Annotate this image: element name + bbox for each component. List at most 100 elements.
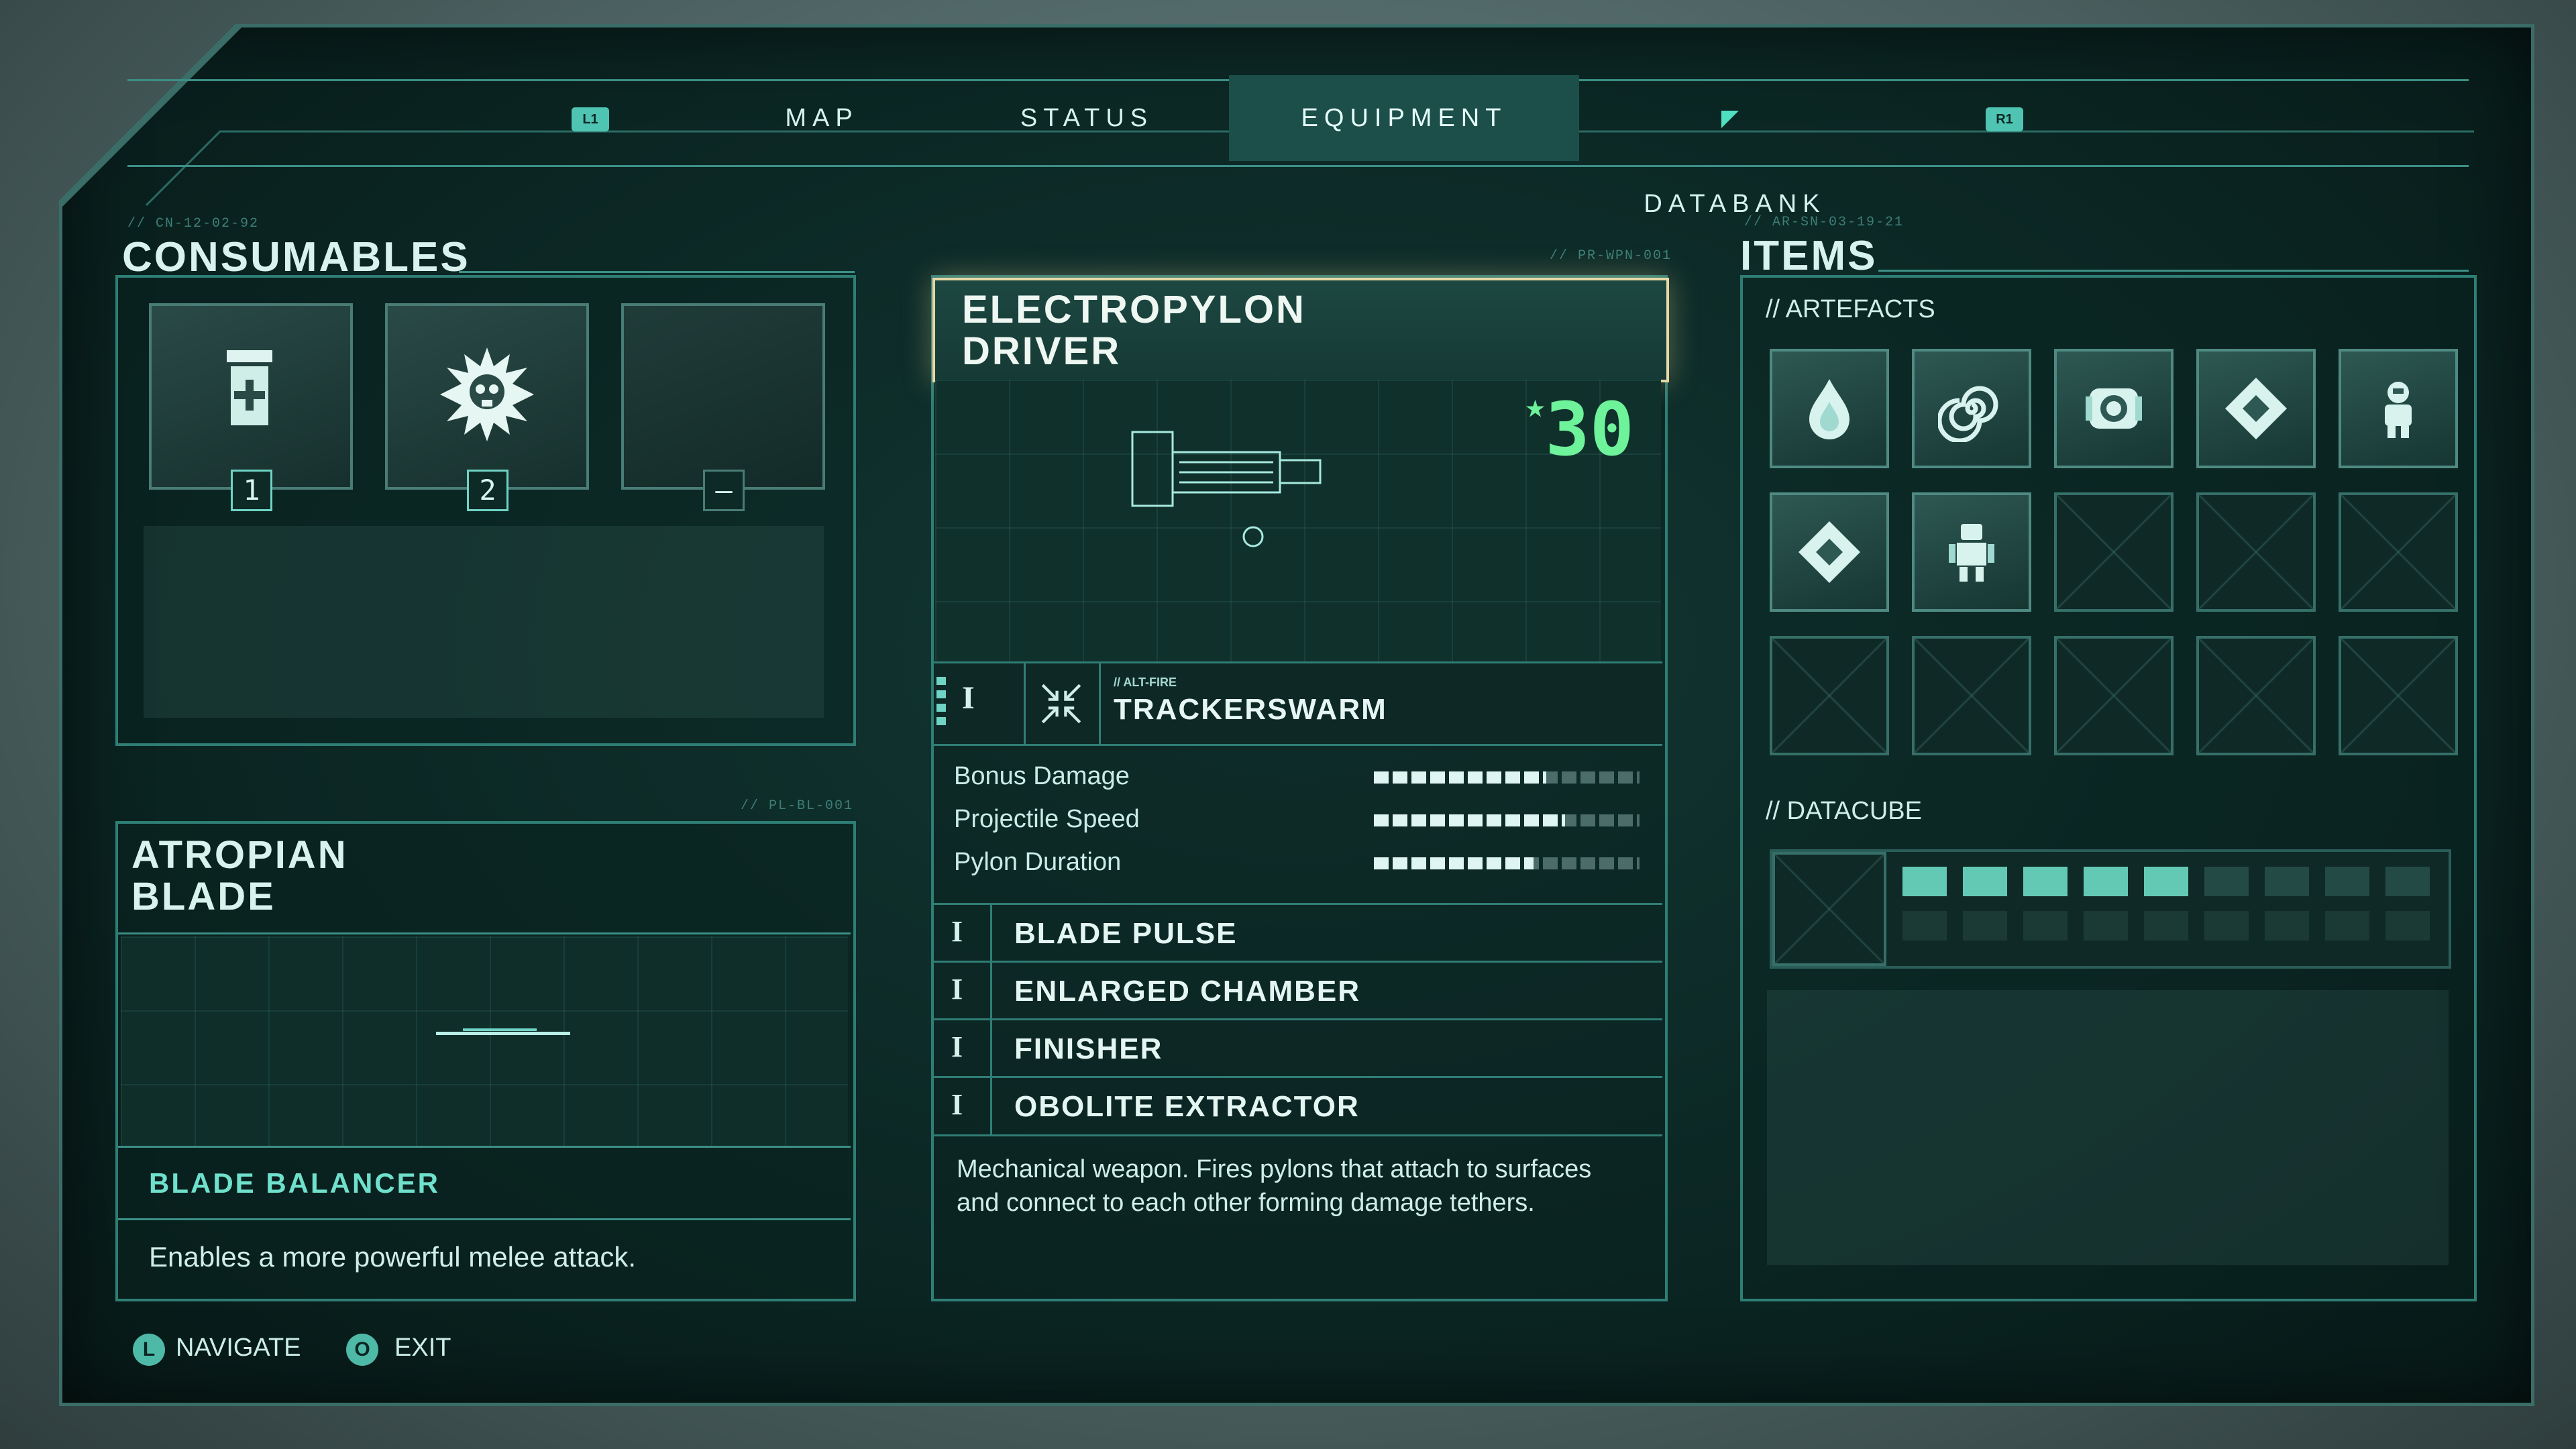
weapon-level-value: 30 (1545, 386, 1634, 472)
artefact-slot[interactable] (2196, 349, 2316, 468)
stat-fill-pylon-duration (1374, 857, 1534, 869)
mod-sep (990, 963, 992, 1019)
artefact-slot-empty[interactable] (2339, 492, 2458, 612)
weapon-preview[interactable]: ★30 (935, 380, 1661, 661)
datacube-segment (2385, 911, 2430, 941)
weapon-level: ★30 (1525, 386, 1634, 472)
melee-mod-description: Enables a more powerful melee attack. (149, 1241, 637, 1273)
artefact-slot-empty[interactable] (2196, 636, 2316, 755)
robot-figure-icon (1949, 524, 1994, 582)
astronaut-icon (2385, 382, 2412, 438)
item-info-readout (1767, 990, 2449, 1265)
mod-tier: I (951, 1088, 963, 1121)
diamond-sigil-icon (2225, 378, 2287, 439)
consumables-title: CONSUMABLES (122, 234, 470, 280)
consumable-slot-1[interactable]: 1 (149, 303, 353, 511)
artefact-slot[interactable] (1912, 349, 2031, 468)
weapon-title-line1: ELECTROPYLON (962, 288, 1306, 331)
consumable-qty-1: 1 (231, 470, 272, 511)
artefact-slot[interactable] (1912, 492, 2031, 612)
datacube-segment (2084, 911, 2128, 941)
cylinder-core-icon (2086, 388, 2142, 429)
artefact-slot-empty[interactable] (1912, 636, 2031, 755)
consumable-qty-2: 2 (467, 470, 508, 511)
weapon-mod-row[interactable]: I OBOLITE EXTRACTOR (934, 1076, 1662, 1136)
items-title: ITEMS (1740, 233, 1878, 279)
datacube-slot (1772, 852, 1886, 966)
mod-sep (990, 905, 992, 961)
exit-hint[interactable]: EXIT (394, 1334, 451, 1362)
artefact-slot-empty[interactable] (2054, 636, 2174, 755)
alt-fire-sep-2 (1099, 663, 1101, 744)
artefact-slot[interactable] (1770, 492, 1889, 612)
melee-title-line2: BLADE (131, 875, 276, 918)
health-canister-icon (227, 350, 272, 425)
l1-bumper-hint[interactable]: L1 (572, 107, 609, 131)
weapon-title-box: ELECTROPYLON DRIVER (932, 278, 1669, 382)
mod-tier: I (951, 915, 963, 948)
melee-mod-name: BLADE BALANCER (149, 1167, 440, 1199)
artefact-slot-empty[interactable] (1770, 636, 1889, 755)
datacube-segment (2325, 867, 2369, 896)
datacube-segment (1902, 911, 1947, 941)
mod-name: BLADE PULSE (1014, 917, 1238, 950)
consumable-slot-3[interactable]: – (621, 303, 825, 511)
weapon-description: Mechanical weapon. Fires pylons that att… (957, 1155, 1592, 1217)
alt-fire-tag: // ALT-FIRE (1114, 676, 1177, 689)
weapon-mod-row[interactable]: I BLADE PULSE (934, 903, 1662, 961)
datacube-segment (2144, 867, 2188, 896)
alt-fire-scroll-indicator (936, 677, 946, 731)
weapon-code: // PR-WPN-001 (1550, 248, 1672, 264)
flame-drop-icon (1809, 379, 1849, 439)
r1-bumper-hint[interactable]: R1 (1986, 107, 2023, 131)
melee-preview (121, 936, 848, 1146)
datacube-segment (2265, 867, 2309, 896)
datacube-segment (1963, 867, 2007, 896)
artefact-slot-empty[interactable] (2196, 492, 2316, 612)
consumable-qty-3: – (703, 470, 745, 511)
consumable-slot-2[interactable]: 2 (385, 303, 589, 511)
diamond-sigil-icon (1799, 521, 1860, 583)
items-code: // AR-SN-03-19-21 (1744, 215, 1904, 230)
artefact-slot[interactable] (1770, 349, 1889, 468)
melee-title: ATROPIAN BLADE (131, 835, 348, 918)
artefact-slot-empty[interactable] (2054, 492, 2174, 612)
mod-name: OBOLITE EXTRACTOR (1014, 1090, 1360, 1123)
l-stick-icon: L (133, 1334, 165, 1366)
datacube-segment (2023, 911, 2068, 941)
mod-name: ENLARGED CHAMBER (1014, 975, 1360, 1008)
spiral-icon (1938, 386, 1998, 442)
artefacts-label: // ARTEFACTS (1766, 295, 1935, 323)
datacube-segment (2204, 911, 2249, 941)
stat-label-projectile-speed: Projectile Speed (954, 805, 1140, 833)
datacube-row[interactable] (1770, 849, 2451, 969)
stat-bar-projectile-speed (1374, 814, 1640, 826)
tab-equipment[interactable]: EQUIPMENT (1229, 75, 1579, 161)
melee-mod-rule (118, 1218, 851, 1220)
items-rule (1878, 270, 2469, 272)
stat-bar-bonus-damage (1374, 771, 1640, 784)
artefact-slot-empty[interactable] (2339, 636, 2458, 755)
tab-status[interactable]: STATUS (993, 75, 1181, 161)
skull-burst-icon (440, 347, 534, 441)
weapon-mod-row[interactable]: I FINISHER (934, 1018, 1662, 1077)
artefact-slot[interactable] (2054, 349, 2174, 468)
stat-label-bonus-damage: Bonus Damage (954, 762, 1130, 790)
weapon-mod-row[interactable]: I ENLARGED CHAMBER (934, 961, 1662, 1019)
datacube-segment (2204, 867, 2249, 896)
mod-sep (990, 1078, 992, 1134)
datacube-segment (2325, 911, 2369, 941)
weapon-title-line2: DRIVER (962, 329, 1122, 373)
tab-map[interactable]: MAP (765, 75, 879, 161)
stat-bar-pylon-duration (1374, 857, 1640, 869)
tab-databank[interactable]: DATABANK (1634, 75, 1835, 218)
consumables-code: // CN-12-02-92 (127, 216, 260, 231)
navigate-hint[interactable]: NAVIGATE (176, 1334, 301, 1362)
alt-fire-sep (1024, 663, 1026, 744)
alt-fire-name: TRACKERSWARM (1114, 693, 1387, 726)
artefact-slot[interactable] (2339, 349, 2458, 468)
datacube-segment (2385, 867, 2430, 896)
circle-button-icon: O (346, 1334, 378, 1366)
alt-fire-row[interactable]: I // ALT-FIRE TRACKERSWARM (934, 661, 1662, 746)
melee-preview-rule (118, 1146, 851, 1148)
